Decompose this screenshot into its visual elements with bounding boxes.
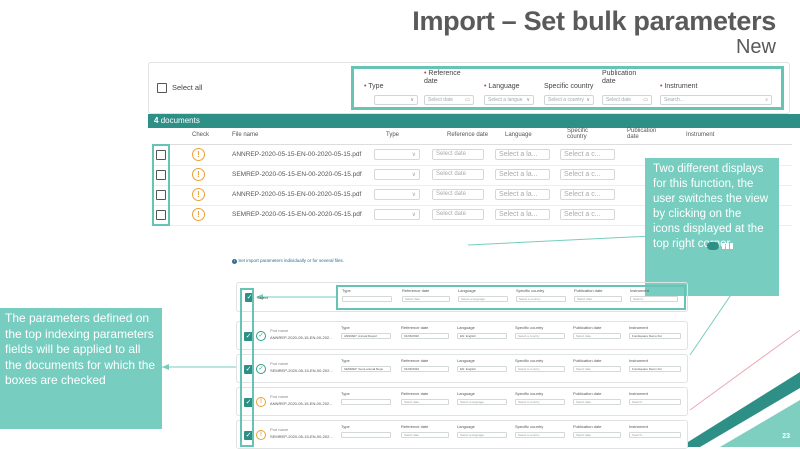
type-select[interactable]: SEMREP: Semi-annual Repo <box>341 366 391 372</box>
publication-date-input[interactable]: Select date <box>573 432 621 438</box>
specific-country-select[interactable]: Select a country <box>515 432 565 438</box>
document-card[interactable]: ✓ ! Pod name SEMREP-2020-05-15-EN-00-202… <box>236 420 688 449</box>
reference-date-input[interactable]: Select date <box>402 296 450 302</box>
pod-name-label: Pod name <box>270 427 289 432</box>
instrument-search[interactable]: Fundsquare Demo Fur <box>629 366 681 372</box>
checkbox-column-highlight <box>240 288 254 447</box>
specific-country-select[interactable]: Select a country <box>515 399 565 405</box>
card-view-screenshot: i Set import parameters individually or … <box>232 258 688 449</box>
language-select[interactable]: EN: English <box>457 333 507 339</box>
warning-icon: ! <box>256 397 266 407</box>
reference-date-label: Reference date <box>401 391 429 396</box>
pod-name-label: Pod name <box>270 394 289 399</box>
instrument-label: Instrument <box>629 424 648 429</box>
language-label: Language <box>457 391 475 396</box>
document-card[interactable]: ✓ ✓ Pod name SEMREP-2020-05-15-EN-00-202… <box>236 354 688 383</box>
publication-date-input[interactable]: Select date <box>573 366 621 372</box>
specific-country-label: Specific country <box>515 358 544 363</box>
select-all-label: Select <box>257 295 269 300</box>
language-label: Language <box>457 325 475 330</box>
document-card[interactable]: ✓ ✓ Pod name ANNREP-2020-05-15-EN-00-202… <box>236 321 688 350</box>
type-label: Type <box>341 424 350 429</box>
check-ok-icon: ✓ <box>256 331 266 341</box>
instrument-label: Instrument <box>629 325 648 330</box>
pod-name-label: Pod name <box>270 361 289 366</box>
language-label: Language <box>457 358 475 363</box>
specific-country-label: Specific country <box>515 391 544 396</box>
reference-date-label: Reference date <box>401 325 429 330</box>
reference-date-label: Reference date <box>401 424 429 429</box>
bulk-parameter-panel: ✓ Select Type Reference date Select date… <box>236 282 688 312</box>
instrument-search[interactable]: Fundsquare Demo Fur <box>629 333 681 339</box>
warning-icon: ! <box>256 430 266 440</box>
info-message: i Set import parameters individually or … <box>232 258 432 264</box>
instrument-label: Instrument <box>629 358 648 363</box>
page-number: 23 <box>782 433 790 440</box>
language-label: Language <box>457 424 475 429</box>
instrument-label: Instrument <box>629 391 648 396</box>
publication-date-label: Publication date <box>573 424 602 429</box>
pod-name-label: Pod name <box>270 328 289 333</box>
reference-date-input[interactable]: Select date <box>401 399 449 405</box>
publication-date-input[interactable]: Select date <box>574 296 622 302</box>
specific-country-label: Specific country <box>516 288 545 293</box>
reference-date-input[interactable]: 01/06/2020 <box>401 333 449 339</box>
reference-date-label: Reference date <box>402 288 430 293</box>
file-name: SEMREP-2020-05-15-EN-00-202... <box>270 434 333 439</box>
language-select[interactable]: EN: English <box>457 366 507 372</box>
reference-date-input[interactable]: Select date <box>401 432 449 438</box>
publication-date-label: Publication date <box>573 358 602 363</box>
publication-date-input[interactable]: Select date <box>573 333 621 339</box>
instrument-label: Instrument <box>630 288 649 293</box>
instrument-search[interactable]: Search... <box>629 399 681 405</box>
file-name: SEMREP-2020-05-15-EN-00-202... <box>270 368 333 373</box>
publication-date-label: Publication date <box>573 391 602 396</box>
type-select[interactable] <box>342 296 392 302</box>
publication-date-label: Publication date <box>574 288 603 293</box>
reference-date-label: Reference date <box>401 358 429 363</box>
instrument-search[interactable]: Search... <box>629 432 681 438</box>
type-label: Type <box>341 391 350 396</box>
check-ok-icon: ✓ <box>256 364 266 374</box>
document-card[interactable]: ✓ ! Pod name ANNREP-2020-05-15-EN-00-202… <box>236 387 688 416</box>
language-select[interactable]: Select a language <box>457 399 507 405</box>
instrument-search[interactable]: Search... <box>630 296 678 302</box>
publication-date-input[interactable]: Select date <box>573 399 621 405</box>
type-select[interactable] <box>341 399 391 405</box>
specific-country-label: Specific country <box>515 325 544 330</box>
language-label: Language <box>458 288 476 293</box>
specific-country-label: Specific country <box>515 424 544 429</box>
specific-country-select[interactable]: Select a country <box>515 333 565 339</box>
type-label: Type <box>341 358 350 363</box>
reference-date-input[interactable]: 01/06/2020 <box>401 366 449 372</box>
specific-country-select[interactable]: Select a country <box>515 366 565 372</box>
type-label: Type <box>341 325 350 330</box>
language-select[interactable]: Select a language <box>458 296 508 302</box>
type-label: Type <box>342 288 351 293</box>
type-select[interactable]: ANNREP: Annual Report <box>341 333 391 339</box>
language-select[interactable]: Select a language <box>457 432 507 438</box>
specific-country-select[interactable]: Select a country <box>516 296 566 302</box>
info-icon: i <box>232 259 237 264</box>
type-select[interactable] <box>341 432 391 438</box>
file-name: ANNREP-2020-05-15-EN-00-202... <box>270 335 333 340</box>
file-name: ANNREP-2020-05-15-EN-00-202... <box>270 401 333 406</box>
bulk-fields-highlight: Type Reference date Select date Language… <box>336 285 686 310</box>
publication-date-label: Publication date <box>573 325 602 330</box>
